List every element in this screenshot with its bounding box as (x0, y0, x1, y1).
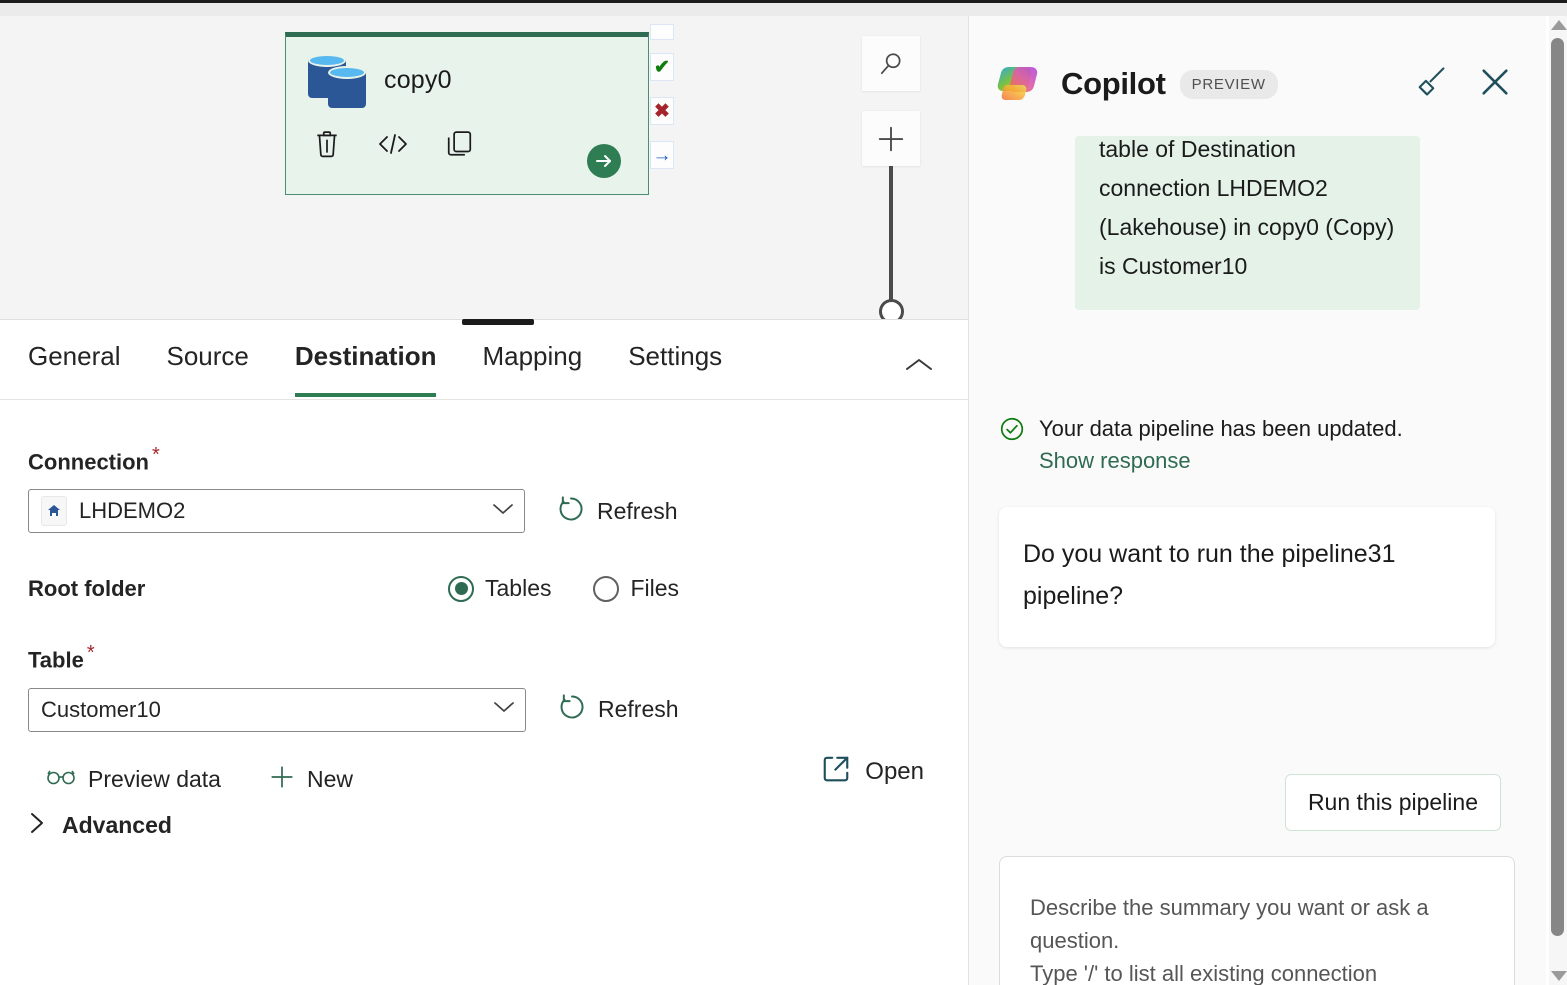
chevron-up-icon[interactable] (904, 356, 934, 379)
lakehouse-icon (41, 496, 67, 527)
table-label: Table * (28, 642, 95, 673)
radio-files[interactable]: Files (593, 575, 679, 602)
copilot-title: Copilot (1061, 66, 1166, 101)
node-title: copy0 (384, 65, 452, 94)
open-destination-button[interactable]: Open (821, 754, 924, 789)
status-chip-success[interactable]: ✔ (650, 53, 674, 81)
copilot-logo-icon (997, 63, 1043, 105)
table-value: Customer10 (41, 696, 161, 722)
canvas-zoom-widget (862, 36, 920, 319)
activity-properties-panel: General Source Destination Mapping Setti… (0, 320, 968, 985)
open-label: Open (865, 757, 924, 785)
radio-files-label: Files (630, 575, 680, 602)
connection-value: LHDEMO2 (79, 498, 186, 524)
refresh-icon (557, 495, 585, 528)
zoom-slider[interactable] (862, 166, 920, 319)
broom-icon[interactable] (1414, 65, 1448, 104)
zoom-slider-thumb[interactable] (879, 299, 904, 319)
status-chip-clipped[interactable] (650, 24, 674, 40)
radio-files-indicator (593, 575, 620, 602)
tab-settings[interactable]: Settings (628, 341, 722, 378)
run-this-pipeline-button[interactable]: Run this pipeline (1284, 774, 1501, 831)
preview-data-label: Preview data (88, 765, 221, 792)
chevron-down-icon (492, 502, 514, 521)
copy-activity-database-icon (308, 54, 366, 108)
page-scroll-down-button[interactable] (1551, 971, 1567, 981)
open-in-new-icon (821, 754, 851, 789)
copilot-panel: Copilot PREVIEW table of Destination con… (968, 16, 1546, 985)
advanced-label: Advanced (62, 811, 172, 838)
status-text: Your data pipeline has been updated. (1039, 416, 1403, 441)
zoom-slider-rail (889, 166, 893, 319)
pipeline-updated-status: Your data pipeline has been updated. Sho… (999, 412, 1479, 474)
node-toolbar (286, 106, 648, 178)
tab-general[interactable]: General (28, 341, 121, 378)
assistant-message-bubble: table of Destination connection LHDEMO2 … (1075, 136, 1420, 310)
radio-tables-indicator (448, 575, 474, 602)
plus-icon (269, 764, 295, 795)
copy-icon[interactable] (444, 129, 474, 159)
copilot-conversation[interactable]: table of Destination connection LHDEMO2 … (969, 110, 1547, 985)
pipeline-editor-pane: copy0 ✔ ✖ → General Source Destination M… (0, 16, 968, 985)
window-top-strip (0, 3, 1567, 16)
zoom-in-button[interactable] (862, 111, 920, 166)
chevron-right-icon (28, 811, 46, 840)
activity-status-chips: ✔ ✖ → (650, 24, 674, 185)
required-asterisk-table: * (86, 642, 95, 665)
radio-tables[interactable]: Tables (448, 575, 551, 602)
refresh-icon-table (558, 693, 586, 726)
tab-mapping[interactable]: Mapping (482, 341, 582, 378)
run-activity-button[interactable] (587, 144, 621, 178)
pipeline-canvas[interactable]: copy0 ✔ ✖ → (0, 16, 968, 320)
app-root: copy0 ✔ ✖ → General Source Destination M… (0, 0, 1567, 985)
copy-activity-node[interactable]: copy0 (285, 32, 649, 195)
search-icon[interactable] (862, 36, 920, 91)
root-folder-radio-group: Tables Files (448, 575, 679, 602)
connection-label: Connection * (28, 444, 160, 475)
copilot-header: Copilot PREVIEW (969, 16, 1546, 110)
page-scrollbar[interactable] (1549, 16, 1567, 985)
advanced-section-toggle[interactable]: Advanced (28, 811, 968, 840)
assistant-question-text: Do you want to run the pipeline31 pipeli… (1023, 540, 1396, 610)
refresh-connection-label: Refresh (597, 497, 678, 524)
copilot-header-actions (1414, 65, 1546, 104)
status-chip-failure[interactable]: ✖ (650, 97, 674, 125)
status-chip-completion[interactable]: → (650, 141, 674, 169)
assistant-message-text: table of Destination connection LHDEMO2 … (1099, 136, 1395, 279)
assistant-question-card: Do you want to run the pipeline31 pipeli… (999, 507, 1495, 647)
root-folder-row: Root folder Tables Files (28, 575, 968, 602)
new-table-button[interactable]: New (269, 764, 353, 795)
code-icon[interactable] (378, 129, 408, 159)
page-scrollbar-thumb[interactable] (1551, 38, 1564, 936)
refresh-table-label: Refresh (598, 696, 679, 723)
radio-tables-label: Tables (485, 575, 552, 602)
tab-source[interactable]: Source (167, 341, 249, 378)
preview-data-button[interactable]: Preview data (46, 766, 221, 793)
canvas-panel-splitter[interactable] (462, 319, 534, 325)
preview-badge: PREVIEW (1179, 69, 1278, 99)
connection-dropdown[interactable]: LHDEMO2 (28, 489, 525, 534)
glasses-icon (46, 768, 76, 791)
node-header: copy0 (286, 37, 648, 108)
table-dropdown[interactable]: Customer10 (28, 687, 526, 732)
show-response-link[interactable]: Show response (1039, 448, 1403, 474)
close-icon[interactable] (1478, 65, 1512, 104)
copilot-composer[interactable]: Describe the summary you want or ask a q… (999, 856, 1515, 985)
chevron-down-icon-table (493, 700, 515, 719)
trash-icon[interactable] (312, 129, 342, 159)
root-folder-label: Root folder (28, 575, 146, 601)
connection-row: LHDEMO2 Refresh (28, 489, 968, 534)
refresh-table-button[interactable]: Refresh (558, 693, 679, 726)
table-row: Customer10 Refresh (28, 687, 968, 732)
check-circle-icon (999, 412, 1025, 474)
new-table-label: New (306, 765, 353, 792)
composer-placeholder: Describe the summary you want or ask a q… (1030, 895, 1429, 985)
tab-destination[interactable]: Destination (294, 341, 436, 397)
required-asterisk: * (152, 444, 160, 466)
properties-tabbar: General Source Destination Mapping Setti… (0, 320, 968, 400)
refresh-connection-button[interactable]: Refresh (557, 495, 678, 528)
page-scroll-up-button[interactable] (1551, 20, 1567, 30)
